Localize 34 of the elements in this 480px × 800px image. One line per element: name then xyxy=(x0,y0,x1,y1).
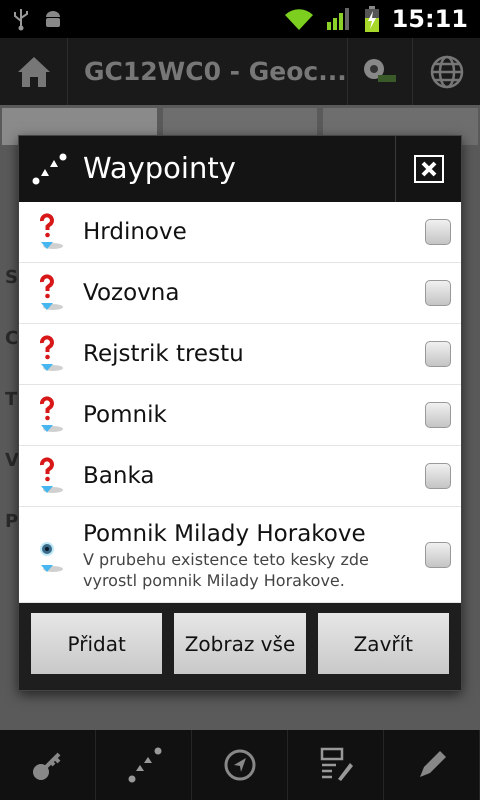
waypoint-row[interactable]: Banka xyxy=(19,446,461,507)
checkbox[interactable] xyxy=(425,463,451,489)
waypoint-description: V prubehu existence teto kesky zde vyrostl pomnik Milady Horakove. xyxy=(83,548,370,590)
waypoint-row[interactable]: Vozovna xyxy=(19,263,461,324)
waypoint-row[interactable]: Hrdinove xyxy=(19,202,461,263)
dialog-button[interactable]: Zavřít xyxy=(318,613,449,674)
close-button[interactable] xyxy=(414,155,444,183)
dialog-button[interactable]: Zobraz vše xyxy=(174,613,306,674)
waypoint-name: Vozovna xyxy=(83,279,180,308)
checkbox[interactable] xyxy=(425,341,451,367)
home-icon xyxy=(16,54,52,88)
checkbox[interactable] xyxy=(425,280,451,306)
waypoints-icon xyxy=(31,152,69,186)
checkbox[interactable] xyxy=(425,402,451,428)
checkbox[interactable] xyxy=(425,542,451,568)
battery-charging-icon xyxy=(364,6,380,32)
compass-icon xyxy=(222,748,256,782)
app-title: GC12WC0 - Geoc... xyxy=(83,56,347,88)
waypoint-name: Pomnik Milady Horakove xyxy=(83,520,367,548)
globe-icon xyxy=(430,54,464,88)
waypoint-name: Rejstrik trestu xyxy=(83,340,245,369)
waypoint-row[interactable]: Rejstrik trestu xyxy=(19,324,461,385)
close-icon xyxy=(420,161,436,177)
dialog-button[interactable]: Přidat xyxy=(31,613,162,674)
signal-icon xyxy=(326,8,352,30)
wifi-icon xyxy=(284,7,314,31)
clock: 15:11 xyxy=(392,4,468,35)
usb-icon xyxy=(12,7,30,31)
waypoint-name: Hrdinove xyxy=(83,218,188,247)
waypoint-name: Pomnik xyxy=(83,401,168,430)
waypoint-row[interactable]: Pomnik xyxy=(19,385,461,446)
dialog-title: Waypointy xyxy=(83,150,237,188)
waypoint-name: Banka xyxy=(83,462,156,491)
checkbox[interactable] xyxy=(425,219,451,245)
